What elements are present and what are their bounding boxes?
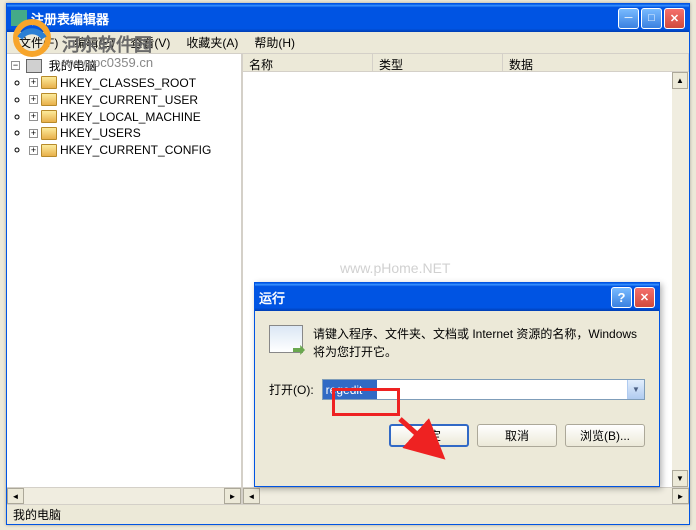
statusbar: 我的电脑 xyxy=(7,504,689,524)
menubar: 文件(F) 编辑(E) 查看(V) 收藏夹(A) 帮助(H) xyxy=(7,32,689,54)
tree-hscrollbar[interactable]: ◄ ► xyxy=(7,487,241,504)
expand-icon[interactable]: + xyxy=(29,112,38,121)
open-label: 打开(O): xyxy=(269,381,314,398)
dropdown-button[interactable]: ▼ xyxy=(627,380,644,399)
folder-icon xyxy=(41,144,57,157)
col-type[interactable]: 类型 xyxy=(373,54,503,71)
close-button[interactable]: ✕ xyxy=(664,8,685,29)
ok-button[interactable]: 确定 xyxy=(389,424,469,447)
window-title: 注册表编辑器 xyxy=(31,9,618,28)
help-button[interactable]: ? xyxy=(611,287,632,308)
tree-item-hku[interactable]: +HKEY_USERS xyxy=(29,124,239,141)
folder-icon xyxy=(41,93,57,106)
list-hscrollbar[interactable]: ◄ ► xyxy=(243,487,689,504)
statusbar-text: 我的电脑 xyxy=(13,506,61,523)
tree-panel[interactable]: − 我的电脑 +HKEY_CLASSES_ROOT +HKEY_CURRENT_… xyxy=(7,54,243,504)
scroll-track[interactable] xyxy=(24,488,224,504)
menu-edit[interactable]: 编辑(E) xyxy=(66,32,122,53)
main-titlebar[interactable]: 注册表编辑器 ─ □ ✕ xyxy=(7,4,689,32)
scroll-down-icon[interactable]: ▼ xyxy=(672,470,688,487)
menu-view[interactable]: 查看(V) xyxy=(122,32,178,53)
menu-help[interactable]: 帮助(H) xyxy=(246,32,303,53)
tree-item-hkcu[interactable]: +HKEY_CURRENT_USER xyxy=(29,91,239,108)
scroll-up-icon[interactable]: ▲ xyxy=(672,72,688,89)
open-combobox[interactable]: ▼ xyxy=(322,379,645,400)
menu-file[interactable]: 文件(F) xyxy=(11,32,66,53)
dialog-titlebar[interactable]: 运行 ? ✕ xyxy=(255,283,659,311)
col-data[interactable]: 数据 xyxy=(503,54,689,71)
scroll-right-icon[interactable]: ► xyxy=(224,488,241,504)
cancel-button[interactable]: 取消 xyxy=(477,424,557,447)
folder-icon xyxy=(41,110,57,123)
scroll-left-icon[interactable]: ◄ xyxy=(243,488,260,504)
maximize-button[interactable]: □ xyxy=(641,8,662,29)
run-dialog: 运行 ? ✕ 请键入程序、文件夹、文档或 Internet 资源的名称，Wind… xyxy=(254,282,660,487)
tree-root[interactable]: − 我的电脑 +HKEY_CLASSES_ROOT +HKEY_CURRENT_… xyxy=(11,56,239,159)
tree-root-label: 我的电脑 xyxy=(49,59,97,73)
dialog-close-button[interactable]: ✕ xyxy=(634,287,655,308)
dialog-message: 请键入程序、文件夹、文档或 Internet 资源的名称，Windows 将为您… xyxy=(313,325,645,361)
tree-item-hkcc[interactable]: +HKEY_CURRENT_CONFIG xyxy=(29,141,239,158)
browse-button[interactable]: 浏览(B)... xyxy=(565,424,645,447)
dialog-body: 请键入程序、文件夹、文档或 Internet 资源的名称，Windows 将为您… xyxy=(255,311,659,457)
open-input[interactable] xyxy=(323,380,377,399)
col-name[interactable]: 名称 xyxy=(243,54,373,71)
registry-tree: − 我的电脑 +HKEY_CLASSES_ROOT +HKEY_CURRENT_… xyxy=(9,56,239,159)
run-icon xyxy=(269,325,303,353)
scroll-track[interactable] xyxy=(260,488,672,504)
scroll-right-icon[interactable]: ► xyxy=(672,488,689,504)
tree-item-hkcr[interactable]: +HKEY_CLASSES_ROOT xyxy=(29,74,239,91)
computer-icon xyxy=(26,59,42,73)
menu-favorites[interactable]: 收藏夹(A) xyxy=(178,32,246,53)
scroll-left-icon[interactable]: ◄ xyxy=(7,488,24,504)
window-controls: ─ □ ✕ xyxy=(618,8,685,29)
dialog-title: 运行 xyxy=(259,288,611,307)
expand-icon[interactable]: + xyxy=(29,146,38,155)
scroll-track[interactable] xyxy=(672,89,689,470)
folder-icon xyxy=(41,127,57,140)
expand-icon[interactable]: + xyxy=(29,95,38,104)
tree-item-hklm[interactable]: +HKEY_LOCAL_MACHINE xyxy=(29,108,239,125)
collapse-icon[interactable]: − xyxy=(11,61,20,70)
folder-icon xyxy=(41,76,57,89)
app-icon xyxy=(11,10,27,26)
expand-icon[interactable]: + xyxy=(29,129,38,138)
expand-icon[interactable]: + xyxy=(29,78,38,87)
list-header: 名称 类型 数据 xyxy=(243,54,689,72)
minimize-button[interactable]: ─ xyxy=(618,8,639,29)
list-vscrollbar[interactable]: ▲ ▼ xyxy=(672,72,689,487)
